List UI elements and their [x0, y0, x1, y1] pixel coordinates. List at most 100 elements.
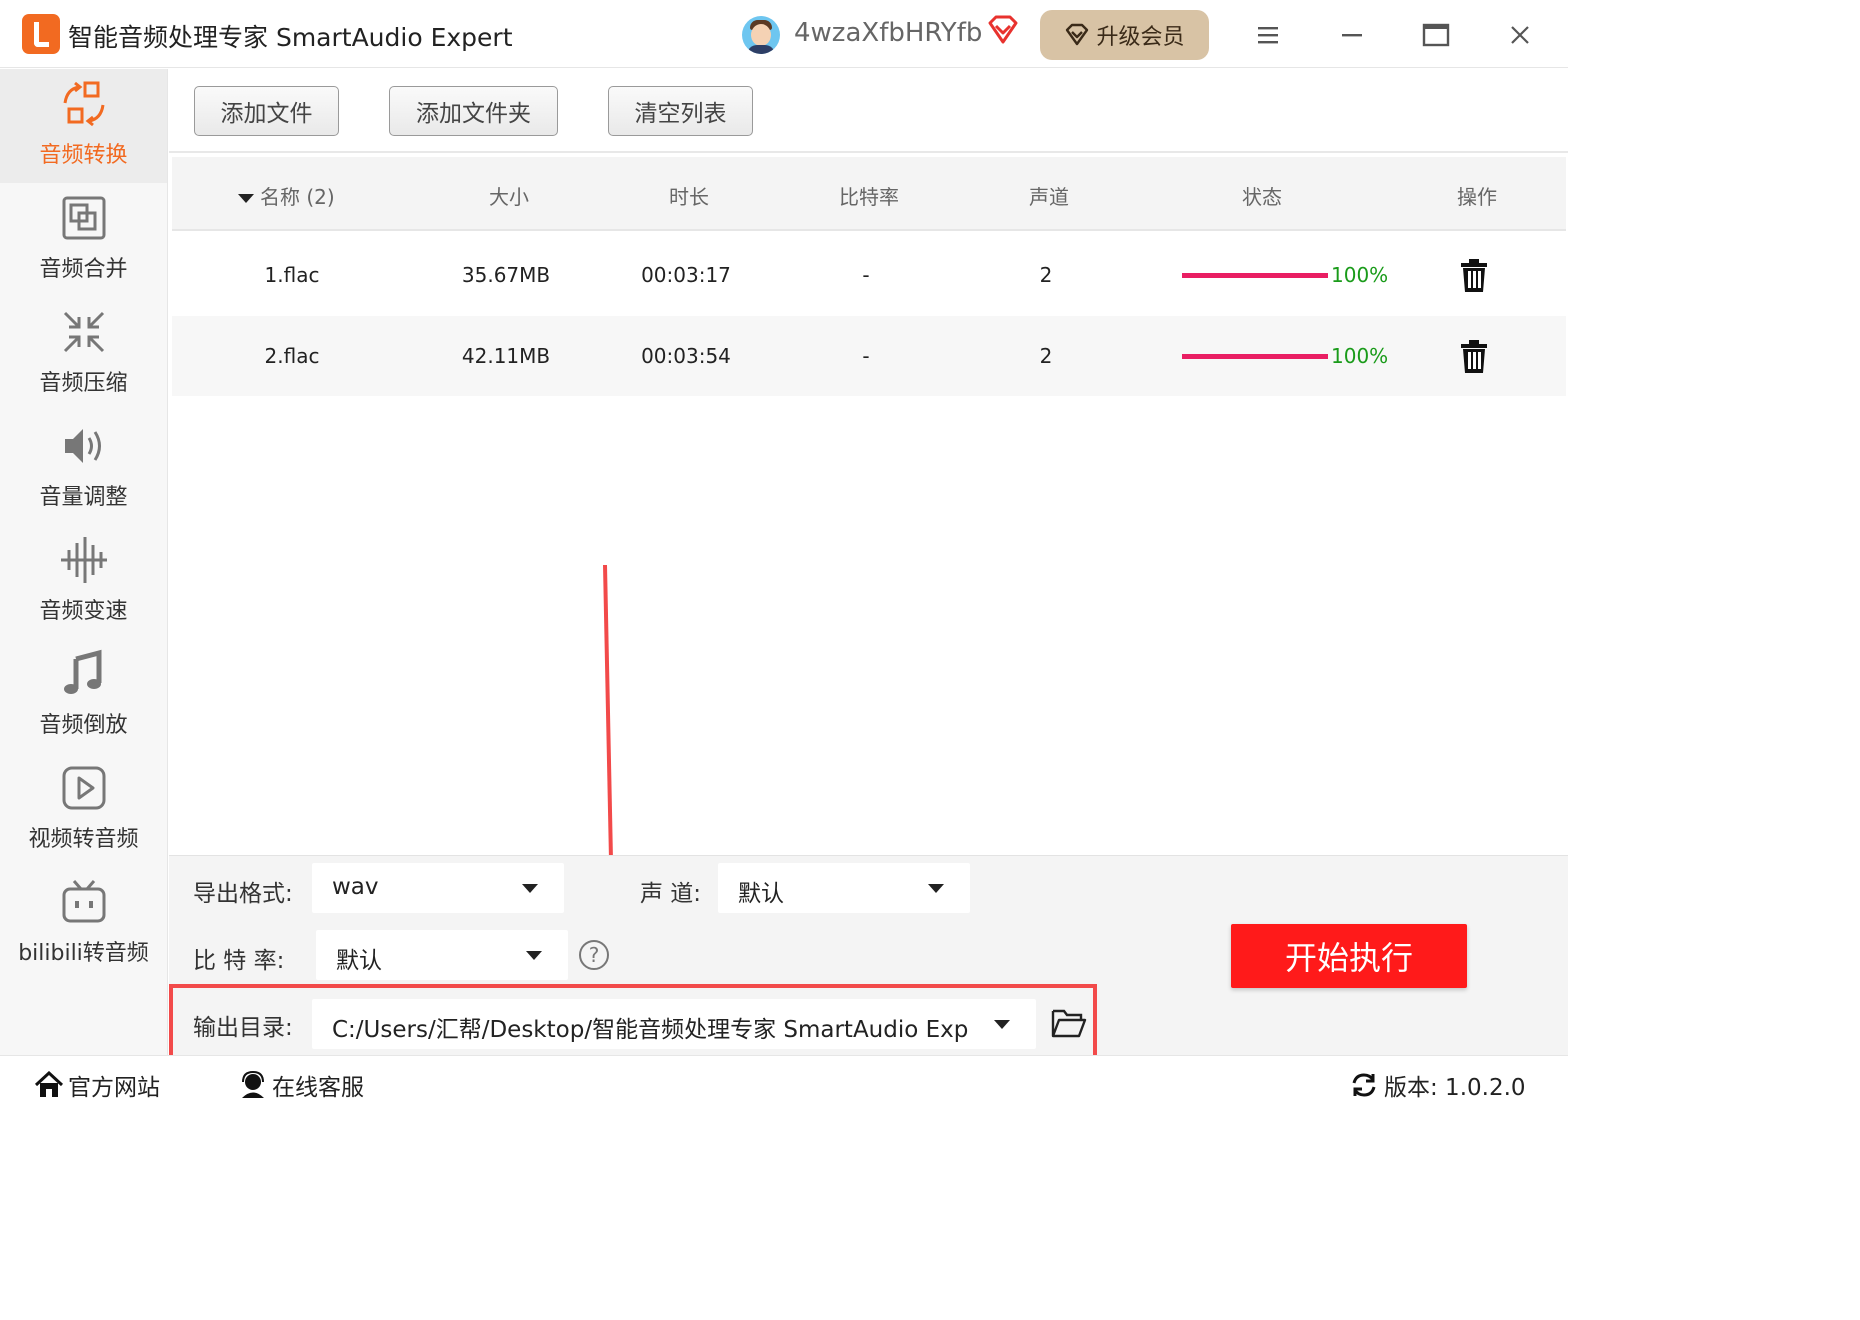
channel-select[interactable]: 默认	[718, 863, 970, 913]
speed-icon	[61, 537, 107, 583]
channel-value: 默认	[738, 881, 784, 907]
sidebar-item-audio-reverse[interactable]: 音频倒放	[0, 639, 167, 753]
sidebar-item-volume-adjust[interactable]: 音量调整	[0, 411, 167, 525]
diamond-icon	[1066, 23, 1089, 46]
maximize-button[interactable]	[1414, 14, 1458, 56]
table-row[interactable]: 1.flac 35.67MB 00:03:17 - 2 100%	[172, 235, 1566, 315]
bitrate-select[interactable]: 默认	[316, 930, 568, 980]
close-icon	[1511, 26, 1529, 44]
add-file-button[interactable]: 添加文件	[194, 86, 339, 136]
version-label: 版本: 1.0.2.0	[1384, 1075, 1526, 1101]
hamburger-menu-icon	[1258, 27, 1278, 44]
column-bitrate: 比特率	[839, 185, 899, 209]
progress-fill	[1182, 273, 1328, 278]
column-actions: 操作	[1457, 185, 1497, 209]
sidebar-item-label: 音频合并	[39, 257, 128, 282]
column-size: 大小	[489, 185, 529, 209]
progress-fill	[1182, 354, 1328, 359]
upgrade-vip-button[interactable]: 升级会员	[1040, 10, 1209, 60]
format-value: wav	[332, 874, 379, 900]
menu-button[interactable]	[1246, 14, 1290, 56]
sidebar-item-label: 音频变速	[39, 599, 128, 624]
channel-label: 声 道:	[640, 881, 702, 907]
refresh-icon[interactable]	[1350, 1071, 1378, 1099]
file-channels: 2	[1039, 263, 1053, 287]
file-duration: 00:03:17	[641, 263, 731, 287]
trash-icon[interactable]	[1459, 259, 1489, 293]
bitrate-value: 默认	[336, 948, 382, 974]
title-bar: 智能音频处理专家 SmartAudio Expert 4wzaXfbHRYfb …	[0, 0, 1568, 68]
trash-icon[interactable]	[1459, 340, 1489, 374]
sidebar-item-bilibili-to-audio[interactable]: bilibili转音频	[0, 867, 167, 981]
table-row[interactable]: 2.flac 42.11MB 00:03:54 - 2 100%	[172, 316, 1566, 396]
support-label: 在线客服	[272, 1075, 364, 1101]
file-bitrate: -	[862, 263, 870, 287]
sidebar-item-label: 视频转音频	[28, 827, 139, 852]
chevron-down-icon	[526, 951, 542, 960]
file-size: 42.11MB	[461, 344, 551, 368]
avatar[interactable]	[742, 16, 780, 54]
bitrate-label: 比 特 率:	[193, 948, 285, 974]
sidebar: 音频转换 音频合并 音频压缩 音量调整 音频变速 音频倒放 视频转音频 bili…	[0, 69, 168, 1055]
progress-bar	[1182, 354, 1328, 359]
app-logo-icon	[22, 14, 60, 54]
add-folder-button[interactable]: 添加文件夹	[389, 86, 558, 136]
app-title: 智能音频处理专家 SmartAudio Expert	[68, 23, 513, 52]
output-dir-select[interactable]: C:/Users/汇帮/Desktop/智能音频处理专家 SmartAudio …	[312, 999, 1036, 1049]
file-size: 35.67MB	[461, 263, 551, 287]
sidebar-item-audio-merge[interactable]: 音频合并	[0, 183, 167, 297]
sidebar-item-label: 音频倒放	[39, 713, 128, 738]
progress-text: 100%	[1331, 263, 1389, 287]
sidebar-item-audio-compress[interactable]: 音频压缩	[0, 297, 167, 411]
output-dir-label: 输出目录:	[193, 1015, 293, 1041]
folder-open-icon[interactable]	[1051, 1007, 1087, 1039]
close-button[interactable]	[1498, 14, 1542, 56]
minimize-icon	[1342, 34, 1362, 37]
vip-diamond-icon	[988, 15, 1018, 44]
progress-bar	[1182, 273, 1328, 278]
settings-panel: 导出格式: wav 声 道: 默认 比 特 率: 默认 ? 输出目录: C:/U…	[169, 855, 1568, 1068]
format-select[interactable]: wav	[312, 863, 564, 913]
version-info: 版本: 1.0.2.0	[1350, 1068, 1526, 1102]
merge-icon	[62, 196, 106, 240]
upgrade-label: 升级会员	[1096, 25, 1185, 50]
output-dir-value: C:/Users/汇帮/Desktop/智能音频处理专家 SmartAudio …	[332, 1017, 969, 1043]
table-header: 名称 (2) 大小 时长 比特率 声道 状态 操作	[172, 157, 1566, 231]
maximize-icon	[1422, 23, 1450, 47]
sidebar-item-audio-speed[interactable]: 音频变速	[0, 525, 167, 639]
chevron-down-icon	[994, 1020, 1010, 1029]
sidebar-item-label: 音频转换	[39, 143, 128, 168]
chevron-down-icon	[928, 884, 944, 893]
customer-service-icon	[242, 1071, 264, 1098]
start-button[interactable]: 开始执行	[1231, 924, 1467, 988]
home-icon	[34, 1071, 64, 1097]
sidebar-item-video-to-audio[interactable]: 视频转音频	[0, 753, 167, 867]
clear-list-button[interactable]: 清空列表	[608, 86, 753, 136]
column-name[interactable]: 名称 (2)	[238, 181, 335, 210]
sidebar-item-audio-convert[interactable]: 音频转换	[0, 69, 167, 183]
music-note-icon	[64, 649, 102, 694]
format-label: 导出格式:	[193, 881, 293, 907]
progress-text: 100%	[1331, 344, 1389, 368]
online-support-link[interactable]: 在线客服	[238, 1068, 364, 1102]
bilibili-tv-icon	[62, 880, 106, 923]
username[interactable]: 4wzaXfbHRYfb	[794, 18, 982, 48]
official-website-link[interactable]: 官方网站	[34, 1068, 160, 1102]
sidebar-item-label: 音量调整	[39, 485, 128, 510]
file-name: 1.flac	[264, 263, 320, 287]
help-icon[interactable]: ?	[579, 940, 609, 970]
sort-down-icon	[238, 194, 254, 203]
sidebar-item-label: bilibili转音频	[18, 941, 149, 966]
video-play-icon	[62, 766, 106, 810]
app-window: 智能音频处理专家 SmartAudio Expert 4wzaXfbHRYfb …	[0, 0, 1568, 1113]
convert-icon	[63, 81, 105, 127]
compress-icon	[63, 311, 105, 353]
file-bitrate: -	[862, 344, 870, 368]
toolbar: 添加文件 添加文件夹 清空列表	[169, 69, 1568, 153]
minimize-button[interactable]	[1330, 14, 1374, 56]
column-channels: 声道	[1029, 185, 1069, 209]
chevron-down-icon	[522, 884, 538, 893]
column-duration: 时长	[669, 185, 709, 209]
website-label: 官方网站	[68, 1075, 160, 1101]
sidebar-item-label: 音频压缩	[39, 371, 128, 396]
